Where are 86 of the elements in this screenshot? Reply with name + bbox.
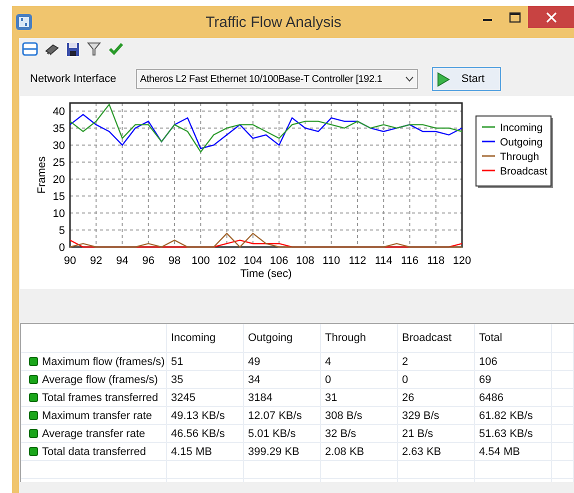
caret-icon [405,76,414,82]
maximize-icon[interactable] [508,12,520,22]
table-cell: 3184 [244,389,321,407]
row-label: Average transfer rate [42,426,146,442]
legend-label: Through [500,151,540,163]
table-cell: 61.82 KB/s [475,407,552,425]
table-cell: 49.13 KB/s [167,407,244,425]
row-label: Total data transferred [42,444,146,460]
table-cell: 399.29 KB [244,443,321,461]
tick-label: 106 [270,255,288,267]
column-header: Through [321,324,398,353]
tick-label: 35 [52,123,65,136]
table-cell: 32 B/s [321,425,398,443]
axis-title: Time (sec) [240,268,292,280]
tick-label: 10 [52,208,65,220]
tick-label: 20 [52,174,65,186]
row-label: Maximum transfer rate [42,408,152,424]
table-cell: 2 [398,353,475,371]
tick-label: 110 [322,255,340,267]
column-header: Incoming [167,324,244,353]
table-cell: 0 [398,371,475,389]
legend-label: Broadcast [500,166,548,178]
table-cell: 106 [475,353,552,371]
tick-label: 114 [374,255,392,267]
checkmark-icon[interactable] [108,41,124,57]
table-cell: 2.63 KB [398,443,475,461]
field-label: Network Interface [30,73,118,85]
window-title: Traffic Flow Analysis [204,14,342,30]
tick-label: 5 [58,225,65,238]
play-icon [437,72,450,86]
tick-label: 108 [296,255,314,267]
table-cell: 69 [475,371,552,389]
tick-label: 118 [427,255,445,267]
row-label: Total frames transferred [42,390,158,406]
tick-label: 112 [348,255,366,267]
tick-label: 98 [168,255,181,267]
table-cell: 4.15 MB [167,443,244,461]
table-cell: 5.01 KB/s [244,425,321,443]
axis-title: Frames [36,156,48,194]
tick-label: 15 [52,191,65,204]
table-cell: 51 [167,353,244,371]
table-cell: 51.63 KB/s [475,425,552,443]
tick-label: 102 [218,255,236,267]
app-icon [15,13,33,31]
column-header: Outgoing [244,324,321,353]
tick-label: 116 [400,255,418,267]
legend-label: Outgoing [500,136,543,148]
tick-label: 104 [244,255,262,267]
table-cell: 12.07 KB/s [244,407,321,425]
row-label: Average flow (frames/s) [42,372,158,388]
tick-label: 0 [58,242,65,254]
table-cell: 21 B/s [398,425,475,443]
column-header: Total [475,324,552,353]
save-icon[interactable] [66,41,80,57]
table-cell: 4.54 MB [475,443,552,461]
column-header: Broadcast [398,324,475,353]
tick-label: 90 [64,255,76,267]
tick-label: 120 [452,255,472,267]
close-button[interactable] [528,6,574,28]
table-cell: 0 [321,371,398,389]
table-cell: 2.08 KB [321,443,398,461]
table-cell: 49 [244,353,321,371]
table-cell: 46.56 KB/s [167,425,244,443]
filter-icon[interactable] [86,41,102,57]
table-cell: 3245 [167,389,244,407]
table-cell: 35 [167,371,244,389]
table-cell: 4 [321,353,398,371]
table-cell: 308 B/s [321,407,398,425]
table-cell: 31 [321,389,398,407]
tick-label: 100 [191,255,210,267]
tick-label: 30 [52,140,65,152]
tick-label: 94 [116,255,128,267]
start-button[interactable]: Start [432,67,501,91]
layout-icon[interactable] [22,41,38,57]
legend-label: Incoming [500,122,543,134]
close-icon [546,12,556,22]
tick-label: 92 [90,255,102,267]
table-cell: 6486 [475,389,552,407]
table-cell: 329 B/s [398,407,475,425]
tick-label: 40 [52,106,65,118]
tick-label: 96 [142,255,155,267]
table-cell: 34 [244,371,321,389]
tick-label: 25 [52,157,65,170]
row-label: Maximum flow (frames/s) [42,354,165,370]
interface-dropdown[interactable]: Atheros L2 Fast Ethernet 10/100Base-T Controller [192.1 [136,69,418,89]
table-cell: 26 [398,389,475,407]
